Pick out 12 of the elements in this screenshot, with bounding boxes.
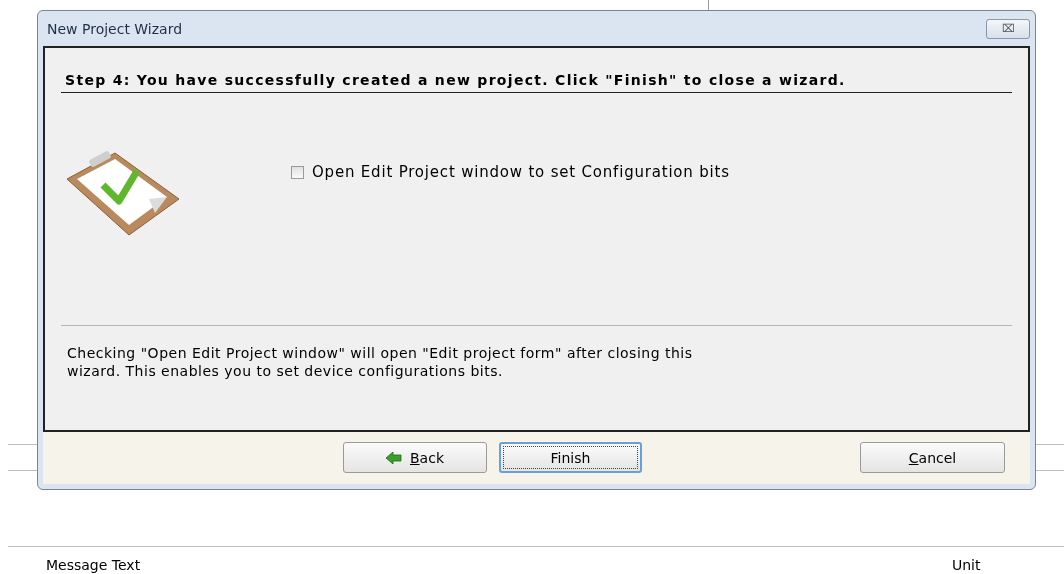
back-button[interactable]: Back <box>343 442 487 473</box>
checkbox-label: Open Edit Project window to set Configuration bits <box>312 163 730 181</box>
checkbox[interactable] <box>291 165 304 179</box>
column-header: Message Text <box>46 557 141 573</box>
close-button[interactable]: ⌧ <box>986 18 1030 39</box>
arrow-left-icon <box>386 451 402 464</box>
finish-button[interactable]: Finish <box>499 442 642 473</box>
description-text: Checking "Open Edit Project window" will open "Edit project form" after closing this wizard. This enables you to set device configurations bits. <box>66 344 694 380</box>
cancel-button[interactable]: Cancel <box>860 442 1005 473</box>
window-title: New Project Wizard <box>46 20 183 37</box>
column-header: Unit <box>952 557 981 573</box>
step-heading: Step 4: You have successfully created a new project. Click "Finish" to close a wizard. <box>61 48 1012 93</box>
